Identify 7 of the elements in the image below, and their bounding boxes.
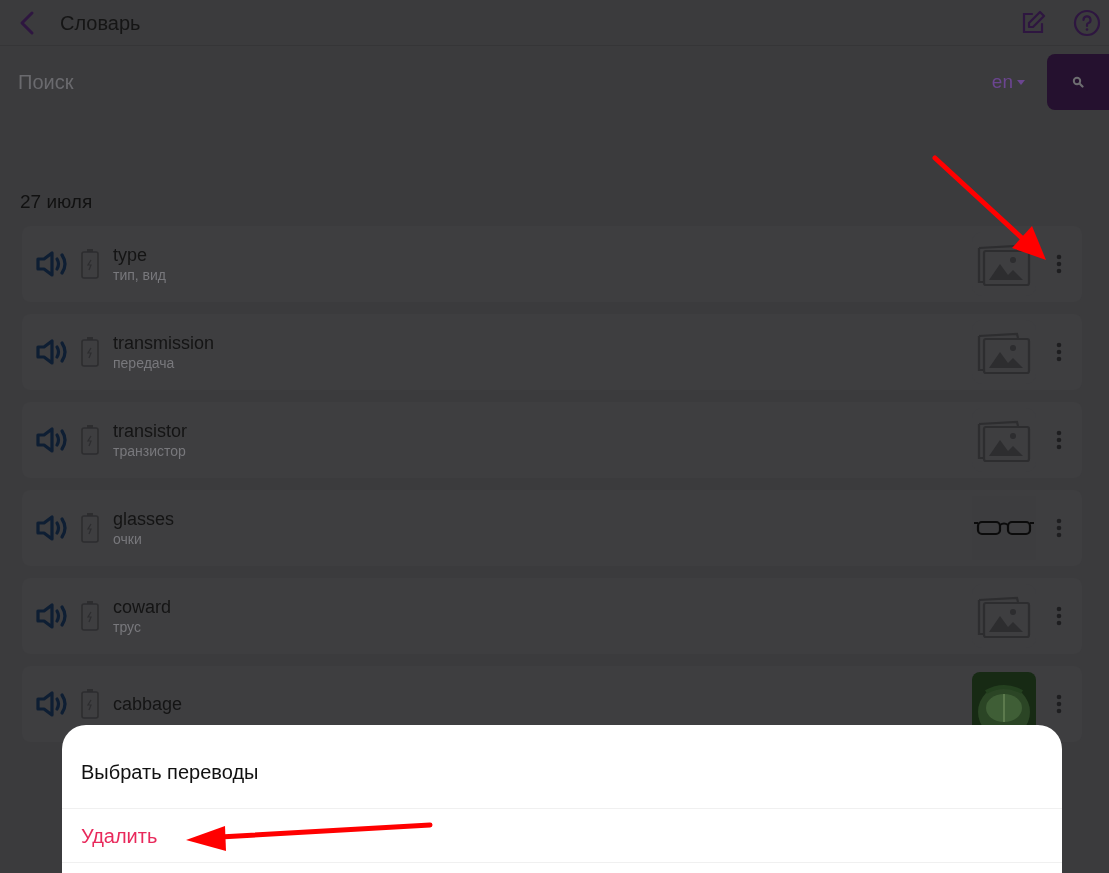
translation-text: тип, вид — [113, 266, 168, 284]
language-dropdown[interactable]: en — [987, 67, 1029, 97]
translation-text: транзистор — [113, 442, 187, 460]
translation-text: трус — [113, 618, 142, 636]
translation-text: передача — [113, 354, 176, 372]
menu-item[interactable]: Выбрать переводы — [62, 725, 1062, 809]
translation-text: очки — [113, 530, 143, 548]
